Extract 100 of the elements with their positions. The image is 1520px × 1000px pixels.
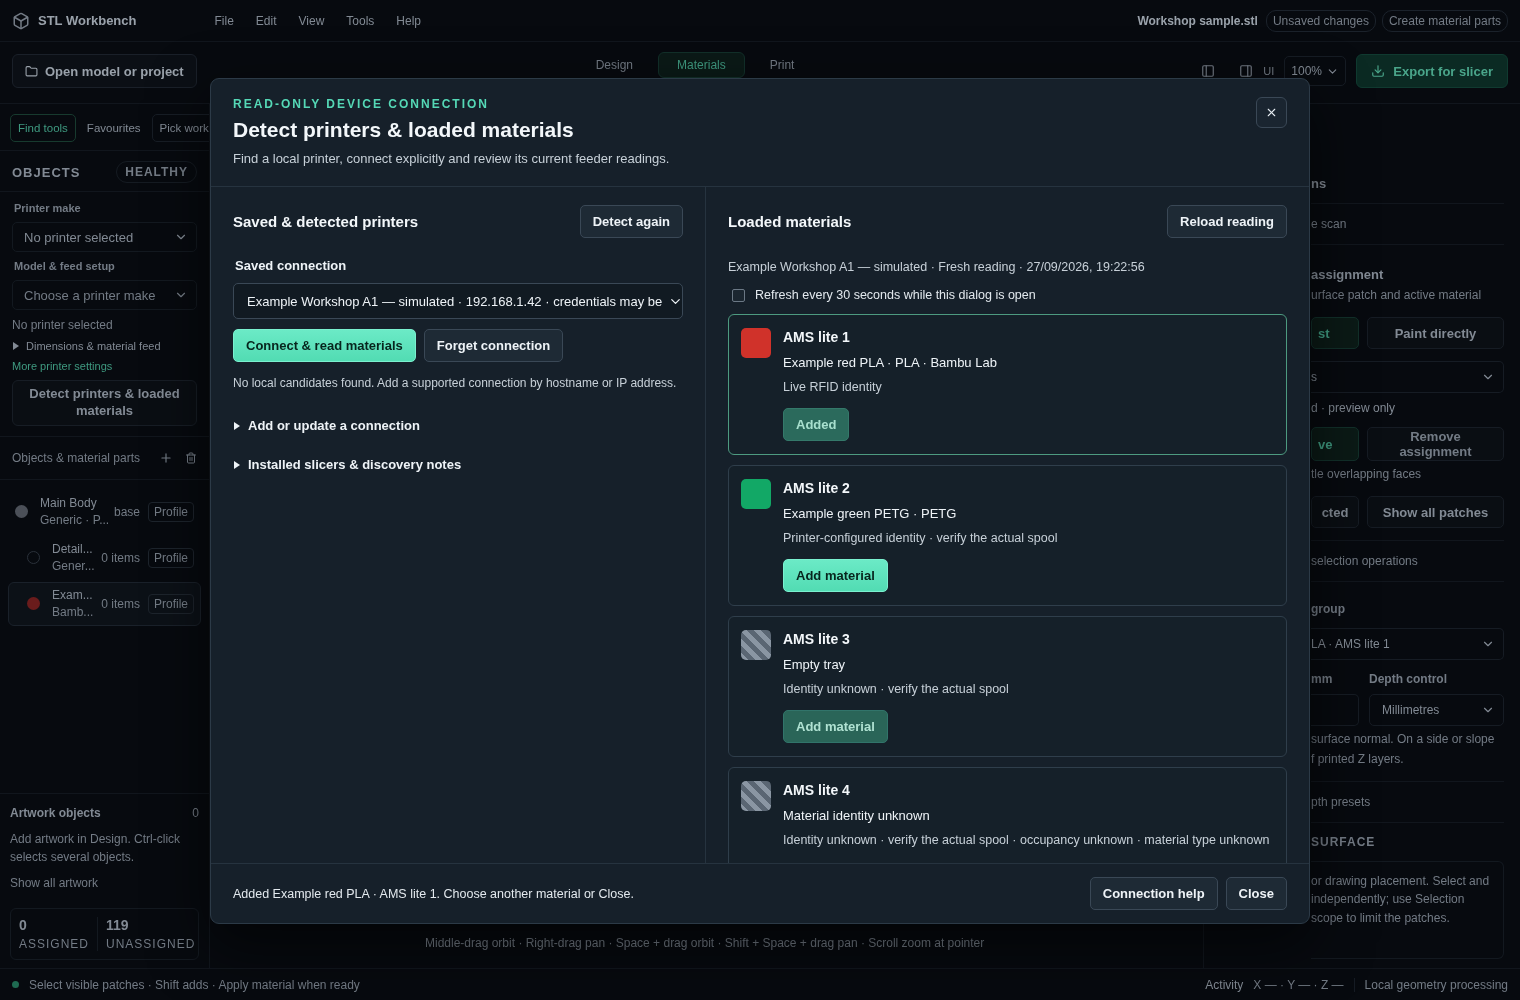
reload-button[interactable]: Reload reading bbox=[1167, 205, 1287, 238]
mode-tab[interactable]: Print bbox=[750, 52, 814, 78]
column-heading: Saved & detected printers bbox=[233, 213, 419, 230]
slot-identity: Live RFID identity bbox=[783, 380, 882, 394]
help-button[interactable]: Connection help bbox=[1089, 877, 1218, 910]
artwork-link[interactable]: Show all artwork bbox=[10, 876, 199, 890]
menu-item[interactable]: Help bbox=[396, 13, 421, 28]
sidebar-tab[interactable]: Find tools bbox=[10, 114, 76, 142]
close-button[interactable] bbox=[1256, 97, 1287, 128]
slot-card[interactable]: AMS lite 4 Material identity unknown Identity unknown · verify the actual spool · occupancy unknown · material type unknown bbox=[728, 767, 1287, 863]
slot-card[interactable]: AMS lite 1 Example red PLA · PLA · Bambu Lab Live RFID identity Added bbox=[728, 314, 1287, 455]
slot-card[interactable]: AMS lite 2 Example green PETG · PETG Printer-configured identity · verify the actual spool Add material bbox=[728, 465, 1287, 606]
slot-identity: Printer-configured identity · verify the actual spool bbox=[783, 531, 1058, 545]
add-material-button[interactable]: Add material bbox=[783, 559, 888, 592]
detect-button[interactable]: Detect printers & loaded materials bbox=[12, 380, 197, 426]
connection-select[interactable]: Example Workshop A1 — simulated · 192.168.1.42 · credentials may be bbox=[233, 283, 683, 319]
detect-again-button[interactable]: Detect again bbox=[579, 205, 683, 238]
artwork-heading: Artwork objects bbox=[10, 806, 101, 820]
status-message: Select visible patches · Shift adds · Apply material when ready bbox=[29, 977, 360, 992]
menu-item[interactable]: File bbox=[214, 13, 234, 28]
disclosure-triangle-icon bbox=[12, 342, 20, 350]
trash-icon[interactable] bbox=[185, 451, 197, 464]
column-heading: Loaded materials bbox=[728, 213, 852, 230]
select-field[interactable]: s bbox=[1311, 361, 1504, 394]
menu-item[interactable]: View bbox=[298, 13, 325, 28]
object-detail: Gener... bbox=[52, 559, 94, 574]
slot-identity: Identity unknown · verify the actual spool · occupancy unknown · material type unknown bbox=[783, 833, 1270, 847]
profile-button[interactable]: Profile bbox=[148, 547, 194, 568]
connect-button[interactable]: Connect & read materials bbox=[233, 329, 416, 362]
field-label: mm bbox=[1311, 672, 1334, 687]
object-name: Main Body bbox=[40, 496, 98, 511]
menu-item[interactable]: Edit bbox=[255, 13, 277, 28]
download-icon bbox=[1371, 64, 1386, 78]
folder-icon bbox=[25, 64, 38, 78]
open-button[interactable]: Open model or project bbox=[12, 54, 197, 88]
printer-select[interactable]: No printer selected bbox=[12, 222, 197, 252]
panel-right-icon[interactable] bbox=[1239, 64, 1254, 78]
slot-material: Example red PLA · PLA · Bambu Lab bbox=[783, 355, 997, 370]
checkbox-label: Refresh every 30 seconds while this dialog is open bbox=[755, 288, 1036, 302]
artwork-hint: Add artwork in Design. Ctrl-click selects several objects. bbox=[10, 831, 182, 866]
object-name: Exam... bbox=[52, 588, 94, 603]
disclosure[interactable]: Dimensions & material feed bbox=[12, 340, 197, 352]
dialog-title: Detect printers & loaded materials bbox=[233, 118, 575, 142]
profile-button[interactable]: Profile bbox=[148, 501, 194, 522]
hint-text: urface patch and active material bbox=[1311, 287, 1483, 304]
select-field[interactable]: Millimetres bbox=[1369, 694, 1504, 727]
slot-identity: Identity unknown · verify the actual spool bbox=[783, 682, 1009, 696]
object-name: Detail... bbox=[52, 542, 94, 557]
refresh-checkbox[interactable] bbox=[732, 288, 745, 302]
slot-material: Material identity unknown bbox=[783, 808, 930, 823]
profile-button[interactable]: Profile bbox=[148, 593, 194, 614]
parts-heading: Objects & material parts bbox=[12, 450, 142, 465]
logo-icon bbox=[12, 11, 30, 30]
panel-button[interactable]: ve bbox=[1311, 427, 1359, 462]
mode-tab[interactable]: Design bbox=[576, 52, 653, 78]
section-heading: assignment bbox=[1311, 267, 1385, 282]
slot-name: AMS lite 2 bbox=[783, 480, 850, 496]
hint-text: surface normal. On a side or slope f printed Z layers. bbox=[1311, 731, 1496, 768]
panel-button[interactable]: st bbox=[1311, 317, 1359, 350]
coordinates: X — · Y — · Z — bbox=[1253, 977, 1355, 992]
panel-left-icon[interactable] bbox=[1201, 64, 1216, 78]
field-label: Model & feed setup bbox=[13, 260, 116, 272]
menu-item[interactable]: Tools bbox=[346, 13, 375, 28]
panel-button[interactable]: Show all patches bbox=[1367, 496, 1504, 529]
panel-row[interactable]: selection operations bbox=[1311, 540, 1504, 583]
panel-row[interactable]: pth presets bbox=[1311, 780, 1504, 823]
disclosure-triangle-icon bbox=[233, 421, 241, 430]
dialog-subtitle: Find a local printer, connect explicitly and review its current feeder readings. bbox=[233, 151, 671, 166]
disclosure[interactable]: Add or update a connection bbox=[233, 406, 683, 445]
note-text: No local candidates found. Add a supported connection by hostname or IP address. bbox=[233, 376, 678, 390]
object-meta: base bbox=[113, 504, 140, 519]
add-material-button[interactable]: Added bbox=[783, 408, 850, 441]
export-button[interactable]: Export for slicer bbox=[1356, 54, 1508, 88]
input-field[interactable] bbox=[1311, 694, 1359, 727]
disclosure-triangle-icon bbox=[233, 460, 241, 469]
close-dialog-button[interactable]: Close bbox=[1225, 877, 1287, 910]
settings-link[interactable]: More printer settings bbox=[12, 360, 197, 372]
ui-label: UI bbox=[1263, 65, 1275, 77]
mode-tab[interactable]: Materials bbox=[658, 52, 745, 78]
select-field[interactable]: LA · AMS lite 1 bbox=[1311, 628, 1504, 661]
field-label: Saved connection bbox=[235, 258, 348, 273]
artwork-count: 0 bbox=[192, 806, 199, 820]
close-icon bbox=[1265, 106, 1278, 119]
panel-button[interactable]: cted bbox=[1311, 496, 1359, 529]
panel-title: ns bbox=[1311, 176, 1328, 191]
sidebar-tab[interactable]: Favourites bbox=[78, 114, 149, 142]
stat-value: 119 bbox=[106, 917, 130, 933]
add-icon[interactable] bbox=[159, 450, 173, 465]
status-pill: Create material parts bbox=[1381, 9, 1508, 32]
slot-name: AMS lite 3 bbox=[783, 631, 850, 647]
stat-label: ASSIGNED bbox=[19, 937, 89, 951]
section-title: OBJECTS bbox=[12, 164, 81, 180]
panel-button[interactable]: Paint directly bbox=[1367, 317, 1504, 350]
forget-button[interactable]: Forget connection bbox=[423, 329, 564, 362]
file-name: Workshop sample.stl bbox=[1137, 13, 1258, 28]
viewport-hint: Middle-drag orbit · Right-drag pan · Space + drag orbit · Shift + Space + drag pan · Scroll zoom at pointer bbox=[425, 936, 986, 950]
slot-name: AMS lite 1 bbox=[783, 329, 850, 345]
object-detail: Generic · P... bbox=[40, 513, 106, 528]
disclosure[interactable]: Installed slicers & discovery notes bbox=[233, 445, 683, 484]
panel-row[interactable]: e scan bbox=[1311, 203, 1504, 245]
